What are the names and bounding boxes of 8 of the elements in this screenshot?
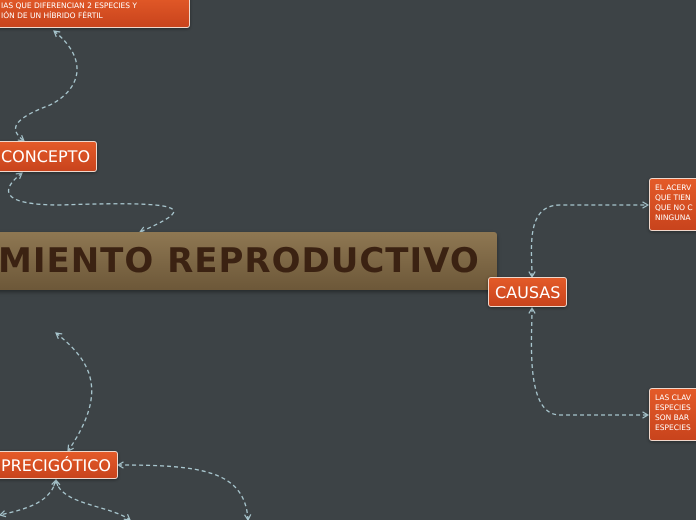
central-topic[interactable]: MIENTO REPRODUCTIVO	[0, 232, 497, 290]
connector-line	[0, 479, 58, 518]
topic-node[interactable]: PRECIGÓTICO	[0, 451, 118, 479]
node-text: CONCEPTO	[1, 147, 90, 166]
node-text: PRECIGÓTICO	[1, 456, 112, 474]
topic-node[interactable]: CAUSAS	[488, 277, 568, 307]
node-text: CAUSAS	[495, 282, 560, 302]
topic-node[interactable]: CONCEPTO	[0, 141, 98, 172]
